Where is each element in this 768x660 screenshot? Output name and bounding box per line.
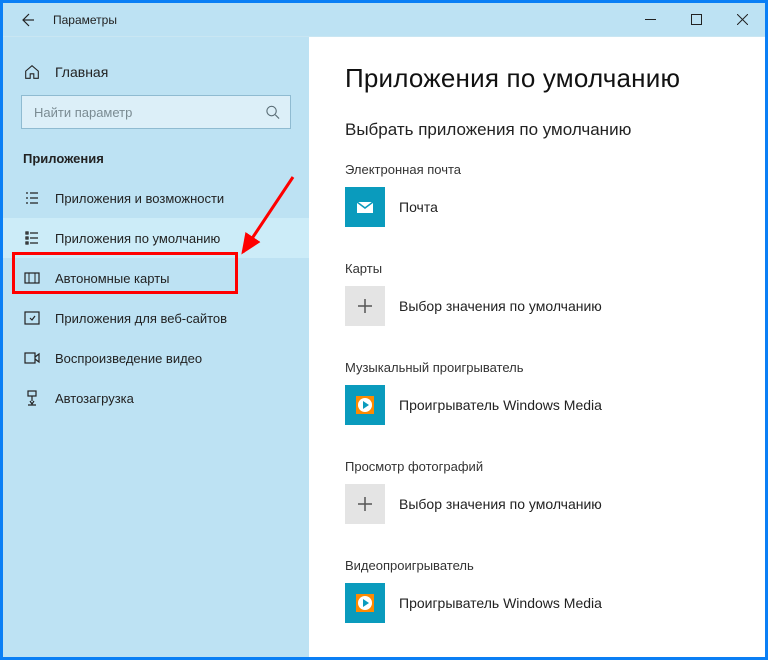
- sidebar-item-3[interactable]: Приложения для веб-сайтов: [3, 298, 309, 338]
- minimize-icon: [645, 14, 656, 25]
- plus-icon: [345, 484, 385, 524]
- maximize-button[interactable]: [673, 3, 719, 36]
- home-label: Главная: [55, 64, 108, 80]
- page-title: Приложения по умолчанию: [345, 63, 737, 94]
- default-app-group-2: Музыкальный проигрыватель Проигрыватель W…: [345, 360, 737, 425]
- app-picker[interactable]: Почта: [345, 187, 737, 227]
- sidebar-item-2[interactable]: Автономные карты: [3, 258, 309, 298]
- search-input[interactable]: [32, 104, 265, 121]
- default-app-group-4: Видеопроигрыватель Проигрыватель Windows …: [345, 558, 737, 623]
- arrow-left-icon: [19, 12, 35, 28]
- close-icon: [737, 14, 748, 25]
- defaults-icon: [23, 229, 41, 247]
- app-label: Выбор значения по умолчанию: [399, 496, 602, 512]
- app-label: Выбор значения по умолчанию: [399, 298, 602, 314]
- sidebar-item-5[interactable]: Автозагрузка: [3, 378, 309, 418]
- default-app-group-3: Просмотр фотографий Выбор значения по умо…: [345, 459, 737, 524]
- app-label: Проигрыватель Windows Media: [399, 595, 602, 611]
- default-app-group-1: Карты Выбор значения по умолчанию: [345, 261, 737, 326]
- wmp-icon: [345, 385, 385, 425]
- group-label: Электронная почта: [345, 162, 737, 177]
- plus-icon: [345, 286, 385, 326]
- page-subtitle: Выбрать приложения по умолчанию: [345, 120, 737, 140]
- window-title: Параметры: [53, 13, 117, 27]
- main-content: Приложения по умолчанию Выбрать приложен…: [309, 37, 765, 657]
- sidebar-item-label: Автономные карты: [55, 271, 170, 286]
- group-label: Видеопроигрыватель: [345, 558, 737, 573]
- minimize-button[interactable]: [627, 3, 673, 36]
- app-picker[interactable]: Выбор значения по умолчанию: [345, 484, 737, 524]
- home-icon: [23, 63, 41, 81]
- group-label: Музыкальный проигрыватель: [345, 360, 737, 375]
- app-label: Почта: [399, 199, 438, 215]
- back-button[interactable]: [17, 10, 37, 30]
- sidebar: Главная Приложения Приложения и возможно…: [3, 37, 309, 657]
- sidebar-item-label: Воспроизведение видео: [55, 351, 202, 366]
- default-app-group-0: Электронная почта Почта: [345, 162, 737, 227]
- sidebar-item-4[interactable]: Воспроизведение видео: [3, 338, 309, 378]
- sidebar-item-label: Приложения и возможности: [55, 191, 224, 206]
- sidebar-item-label: Автозагрузка: [55, 391, 134, 406]
- website-icon: [23, 309, 41, 327]
- sidebar-item-1[interactable]: Приложения по умолчанию: [3, 218, 309, 258]
- mail-icon: [345, 187, 385, 227]
- home-button[interactable]: Главная: [3, 57, 309, 95]
- settings-window: Параметры Главная: [0, 0, 768, 660]
- search-box[interactable]: [21, 95, 291, 129]
- group-label: Карты: [345, 261, 737, 276]
- startup-icon: [23, 389, 41, 407]
- app-picker[interactable]: Выбор значения по умолчанию: [345, 286, 737, 326]
- close-button[interactable]: [719, 3, 765, 36]
- section-label: Приложения: [3, 147, 309, 178]
- group-label: Просмотр фотографий: [345, 459, 737, 474]
- maximize-icon: [691, 14, 702, 25]
- titlebar: Параметры: [3, 3, 765, 37]
- video-icon: [23, 349, 41, 367]
- sidebar-item-0[interactable]: Приложения и возможности: [3, 178, 309, 218]
- app-label: Проигрыватель Windows Media: [399, 397, 602, 413]
- app-picker[interactable]: Проигрыватель Windows Media: [345, 385, 737, 425]
- map-icon: [23, 269, 41, 287]
- list-icon: [23, 189, 41, 207]
- app-picker[interactable]: Проигрыватель Windows Media: [345, 583, 737, 623]
- search-icon: [265, 104, 280, 120]
- sidebar-item-label: Приложения по умолчанию: [55, 231, 220, 246]
- sidebar-item-label: Приложения для веб-сайтов: [55, 311, 227, 326]
- wmp-icon: [345, 583, 385, 623]
